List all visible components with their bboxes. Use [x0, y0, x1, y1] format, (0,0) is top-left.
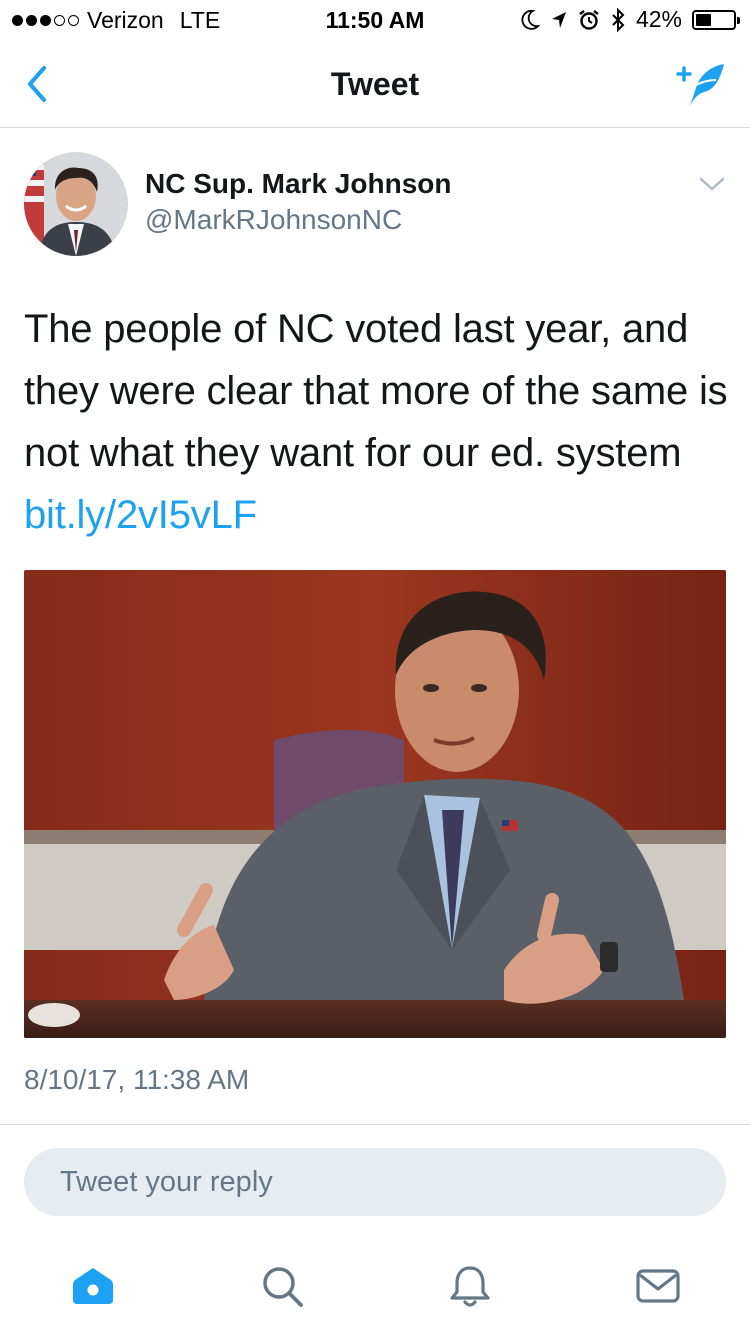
- tweet-link[interactable]: bit.ly/2vI5vLF: [24, 493, 257, 537]
- tab-bar: [0, 1240, 750, 1334]
- tweet-author-row: NC Sup. Mark Johnson @MarkRJohnsonNC: [24, 152, 726, 258]
- moon-icon: [521, 9, 540, 30]
- status-bar-right: 42%: [520, 6, 740, 33]
- reply-input[interactable]: Tweet your reply: [24, 1148, 726, 1216]
- tweet-body: The people of NC voted last year, and th…: [24, 307, 728, 475]
- battery-icon: [692, 9, 740, 30]
- chevron-down-icon[interactable]: [698, 174, 726, 194]
- avatar[interactable]: [24, 152, 128, 256]
- search-icon[interactable]: [258, 1262, 306, 1310]
- status-bar: Verizon LTE 11:50 AM 42%: [0, 0, 750, 40]
- envelope-icon[interactable]: [634, 1262, 682, 1310]
- alarm-clock-icon: [579, 9, 599, 30]
- tweet-timestamp: 8/10/17, 11:38 AM: [24, 1064, 250, 1095]
- navigation-bar: Tweet: [0, 40, 750, 128]
- bell-icon[interactable]: [446, 1262, 494, 1310]
- home-icon[interactable]: [69, 1262, 117, 1310]
- tweet-photo[interactable]: [24, 570, 726, 1038]
- compose-feather-icon[interactable]: [674, 58, 730, 110]
- bluetooth-icon: [612, 7, 625, 32]
- tweet-text: The people of NC voted last year, and th…: [24, 298, 730, 546]
- battery-percent: 42%: [635, 6, 682, 32]
- reply-placeholder: Tweet your reply: [60, 1166, 273, 1198]
- tweet-detail-screen: Verizon LTE 11:50 AM 42% Tweet NC Sup. M…: [0, 0, 750, 1334]
- page-title: Tweet: [330, 66, 420, 102]
- author-name[interactable]: NC Sup. Mark Johnson: [145, 168, 451, 200]
- location-arrow-icon: [551, 11, 566, 28]
- author-handle[interactable]: @MarkRJohnsonNC: [145, 204, 402, 236]
- divider: [0, 1124, 750, 1125]
- battery-fill: [696, 13, 712, 26]
